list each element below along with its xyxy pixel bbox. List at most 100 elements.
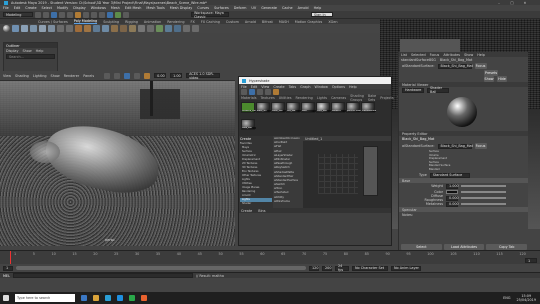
graph-node[interactable] [363, 146, 378, 196]
outliner-menu-1[interactable]: Show [23, 49, 32, 53]
menu-item-1[interactable]: Edit [14, 6, 21, 10]
poly-cylinder-icon[interactable] [21, 25, 28, 32]
browser-tab-8[interactable]: Projects [380, 96, 393, 100]
poly-disc-icon[interactable] [57, 25, 64, 32]
shader-name-field[interactable]: Black_Shi_Bag_Mat [437, 63, 473, 69]
ae-node-tab-1[interactable]: Black_Shi_Bag_Mat [440, 58, 472, 62]
menu-item-5[interactable]: Display [73, 6, 86, 10]
poly-cone-icon[interactable] [30, 25, 37, 32]
task-view-icon[interactable] [81, 295, 87, 301]
viewport-menu-0[interactable]: View [3, 74, 11, 78]
lights-icon[interactable] [144, 72, 151, 79]
current-time-marker[interactable] [10, 251, 11, 264]
create-tree-item[interactable]: Shader [240, 202, 272, 206]
camera-icon[interactable] [104, 72, 111, 79]
gamma-field[interactable]: 1.00 [170, 73, 183, 78]
browser-tab-1[interactable]: Textures [261, 96, 275, 100]
menu-item-16[interactable]: Cache [282, 6, 293, 10]
menu-item-7[interactable]: Mesh [111, 6, 120, 10]
material-swatch[interactable]: Shell_Mat [316, 102, 331, 113]
copy-tab-button[interactable]: Copy Tab [486, 243, 528, 250]
anim-layer-dropdown[interactable]: No Anim Layer [391, 265, 421, 271]
property-shader-field[interactable]: Black_Shi_Bag_Mat [437, 143, 473, 149]
hypershade-menu-0[interactable]: File [241, 85, 247, 89]
anim-end-field[interactable]: 200 [322, 265, 332, 271]
shelf-tab-11[interactable]: MASH [279, 20, 289, 24]
range-start-field[interactable]: 1 [3, 265, 13, 271]
hide-button[interactable]: Hide [497, 76, 507, 82]
ae-tab-2[interactable]: Focus [430, 53, 440, 57]
shelf-tab-4[interactable]: Animation [144, 20, 161, 24]
new-scene-icon[interactable] [35, 11, 41, 18]
range-end-field[interactable]: 120 [309, 265, 319, 271]
shelf-tab-3[interactable]: Rigging [125, 20, 138, 24]
material-swatch[interactable]: standardSurface1 [361, 102, 376, 113]
shelf-tab-2[interactable]: Sculpting [103, 20, 119, 24]
property-focus-button[interactable]: Focus [474, 143, 487, 149]
auto-map-icon[interactable] [192, 25, 199, 32]
shelf-tab-12[interactable]: Motion Graphics [295, 20, 323, 24]
current-frame-field[interactable]: 1 [525, 258, 537, 263]
browser-tab-6[interactable]: Shading Groups [350, 94, 364, 102]
color-slider[interactable] [461, 191, 506, 193]
material-swatch[interactable]: lambert1 [331, 102, 346, 113]
combine-icon[interactable] [75, 25, 82, 32]
poly-sphere-icon[interactable] [3, 25, 10, 32]
quad-draw-icon[interactable] [156, 25, 163, 32]
menu-item-13[interactable]: Deform [234, 6, 247, 10]
browser-tab-2[interactable]: Utilities [279, 96, 292, 100]
command-input[interactable] [12, 273, 193, 278]
maya-taskbar-icon[interactable] [117, 295, 123, 301]
menu-item-14[interactable]: UV [251, 6, 256, 10]
windows-start-icon[interactable] [3, 295, 9, 301]
select-button[interactable]: Select [401, 243, 442, 250]
viewport-panel[interactable]: persp [0, 81, 235, 246]
browser-tab-3[interactable]: Rendering [296, 96, 313, 100]
poly-torus-icon[interactable] [39, 25, 46, 32]
metalness-slider[interactable] [461, 203, 506, 205]
menu-item-6[interactable]: Windows [91, 6, 106, 10]
menu-item-12[interactable]: Surfaces [214, 6, 229, 10]
node-list-item[interactable]: aiWireframe [274, 200, 302, 204]
graph-icon[interactable] [241, 89, 247, 95]
poly-plane-icon[interactable] [48, 25, 55, 32]
language-indicator[interactable]: ENG [503, 296, 510, 300]
shelf-tab-0[interactable]: Curves / Surfaces [38, 20, 68, 24]
lower-tab-0[interactable]: Create [241, 209, 252, 213]
diffuse-field[interactable]: 0.000 [446, 195, 459, 201]
outliner-menu-0[interactable]: Display [6, 49, 19, 53]
material-swatch[interactable]: Stone_Mat [271, 102, 286, 113]
browser-tab-5[interactable]: Cameras [331, 96, 346, 100]
bevel-icon[interactable] [129, 25, 136, 32]
hypershade-menu-3[interactable]: Create [273, 85, 284, 89]
menu-item-4[interactable]: Modify [57, 6, 68, 10]
browser-tab-4[interactable]: Lights [317, 96, 327, 100]
input-output-icon[interactable] [265, 89, 271, 95]
diffuse-slider[interactable] [461, 197, 506, 199]
graph-tab[interactable]: Untitled_1 [305, 137, 322, 141]
undo-icon[interactable] [59, 11, 65, 18]
sign-in-button[interactable]: Sign In [311, 12, 333, 17]
ae-tab-3[interactable]: Attributes [443, 53, 460, 57]
file-explorer-icon[interactable] [93, 295, 99, 301]
select-mode-icon[interactable] [75, 11, 81, 18]
viewport-menu-1[interactable]: Shading [15, 74, 29, 78]
material-swatch[interactable]: Sand_Mat [241, 118, 256, 130]
wireframe-icon[interactable] [114, 72, 121, 79]
menu-item-0[interactable]: File [3, 6, 9, 10]
range-slider-bar[interactable] [16, 266, 306, 270]
menu-item-8[interactable]: Edit Mesh [125, 6, 142, 10]
type-dropdown[interactable]: Standard Surface [429, 172, 470, 178]
hypershade-menu-2[interactable]: View [261, 85, 269, 89]
textured-icon[interactable] [134, 72, 141, 79]
renderer-dropdown[interactable]: Hardware [402, 87, 424, 93]
hypershade-menu-7[interactable]: Options [332, 85, 345, 89]
browser-tab-7[interactable]: Bake Sets [368, 94, 376, 102]
hypershade-menu-1[interactable]: Edit [251, 85, 258, 89]
material-swatch[interactable]: Seaweed_Mat [241, 102, 256, 113]
input-list-item[interactable]: Blended [429, 168, 528, 172]
snap-grid-icon[interactable] [83, 11, 89, 18]
browser-tab-0[interactable]: Materials [241, 96, 257, 100]
viewport-menu-4[interactable]: Renderer [64, 74, 79, 78]
preview-shape-dropdown[interactable]: Shader Ball [427, 86, 449, 94]
